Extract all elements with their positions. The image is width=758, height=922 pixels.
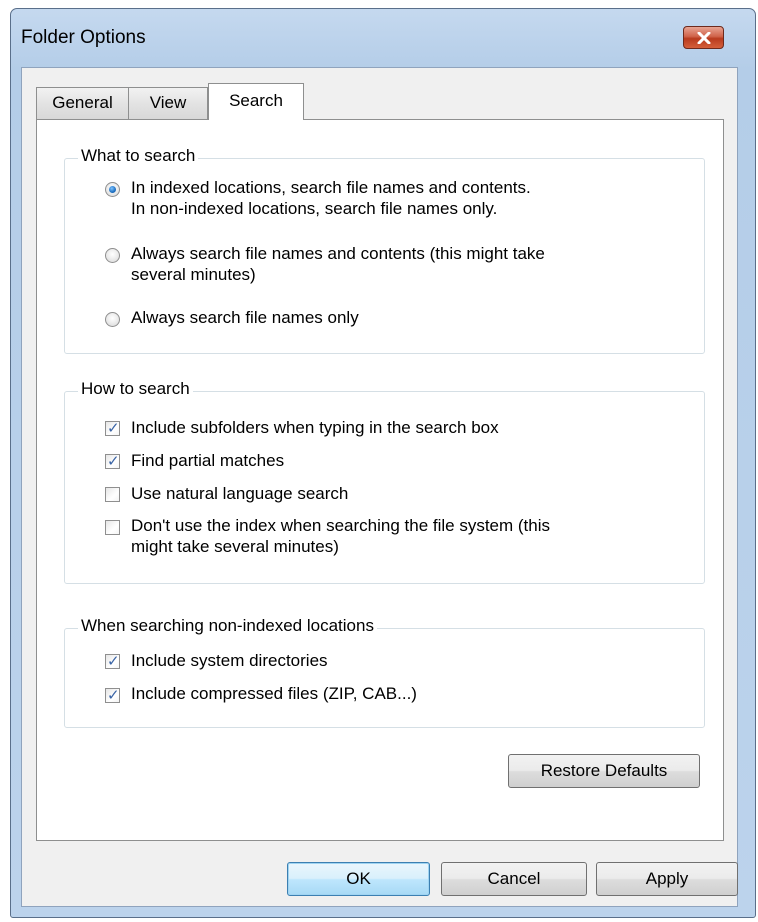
close-icon [697, 31, 710, 44]
restore-defaults-button[interactable]: Restore Defaults [508, 754, 700, 788]
checkbox-include-subfolders[interactable]: ✓ [105, 419, 120, 437]
radio-indexed-contents-label-2[interactable]: In non-indexed locations, search file na… [131, 198, 497, 219]
ok-button[interactable]: OK [287, 862, 430, 896]
radio-indexed-contents[interactable] [105, 182, 120, 197]
radio-always-contents[interactable] [105, 248, 120, 263]
tab-general[interactable]: General [36, 87, 129, 119]
checkbox-compressed-files-label[interactable]: Include compressed files (ZIP, CAB...) [131, 683, 417, 704]
close-button[interactable] [683, 26, 724, 49]
tab-view-label: View [149, 93, 187, 112]
checkbox-system-directories-label[interactable]: Include system directories [131, 650, 328, 671]
what-to-search-legend: What to search [78, 146, 199, 166]
radio-always-contents-label[interactable]: Always search file names and contents (t… [131, 243, 545, 264]
tab-view[interactable]: View [128, 87, 208, 119]
checkbox-dont-use-index[interactable] [105, 520, 120, 535]
radio-names-only-label[interactable]: Always search file names only [131, 307, 359, 328]
checkbox-dont-use-index-label-2[interactable]: might take several minutes) [131, 536, 339, 557]
cancel-button[interactable]: Cancel [441, 862, 587, 896]
radio-indexed-contents-label[interactable]: In indexed locations, search file names … [131, 177, 531, 198]
non-indexed-group [64, 628, 705, 728]
checkmark-icon: ✓ [107, 686, 120, 704]
checkmark-icon: ✓ [107, 419, 120, 437]
tab-search-label: Search [229, 91, 283, 110]
checkmark-icon: ✓ [107, 652, 120, 670]
checkbox-system-directories[interactable]: ✓ [105, 652, 120, 670]
radio-always-contents-label-2[interactable]: several minutes) [131, 264, 256, 285]
checkbox-natural-language[interactable] [105, 487, 120, 502]
checkbox-dont-use-index-label[interactable]: Don't use the index when searching the f… [131, 515, 550, 536]
radio-names-only[interactable] [105, 312, 120, 327]
how-to-search-legend: How to search [78, 379, 193, 399]
checkmark-icon: ✓ [107, 452, 120, 470]
checkbox-include-subfolders-label[interactable]: Include subfolders when typing in the se… [131, 417, 499, 438]
apply-button[interactable]: Apply [596, 862, 738, 896]
tab-search[interactable]: Search [208, 83, 304, 120]
checkbox-partial-matches-label[interactable]: Find partial matches [131, 450, 284, 471]
checkbox-compressed-files[interactable]: ✓ [105, 686, 120, 704]
tab-general-label: General [52, 93, 113, 112]
checkbox-partial-matches[interactable]: ✓ [105, 452, 120, 470]
non-indexed-legend: When searching non-indexed locations [78, 616, 377, 636]
window-title: Folder Options [21, 27, 146, 48]
checkbox-natural-language-label[interactable]: Use natural language search [131, 483, 348, 504]
